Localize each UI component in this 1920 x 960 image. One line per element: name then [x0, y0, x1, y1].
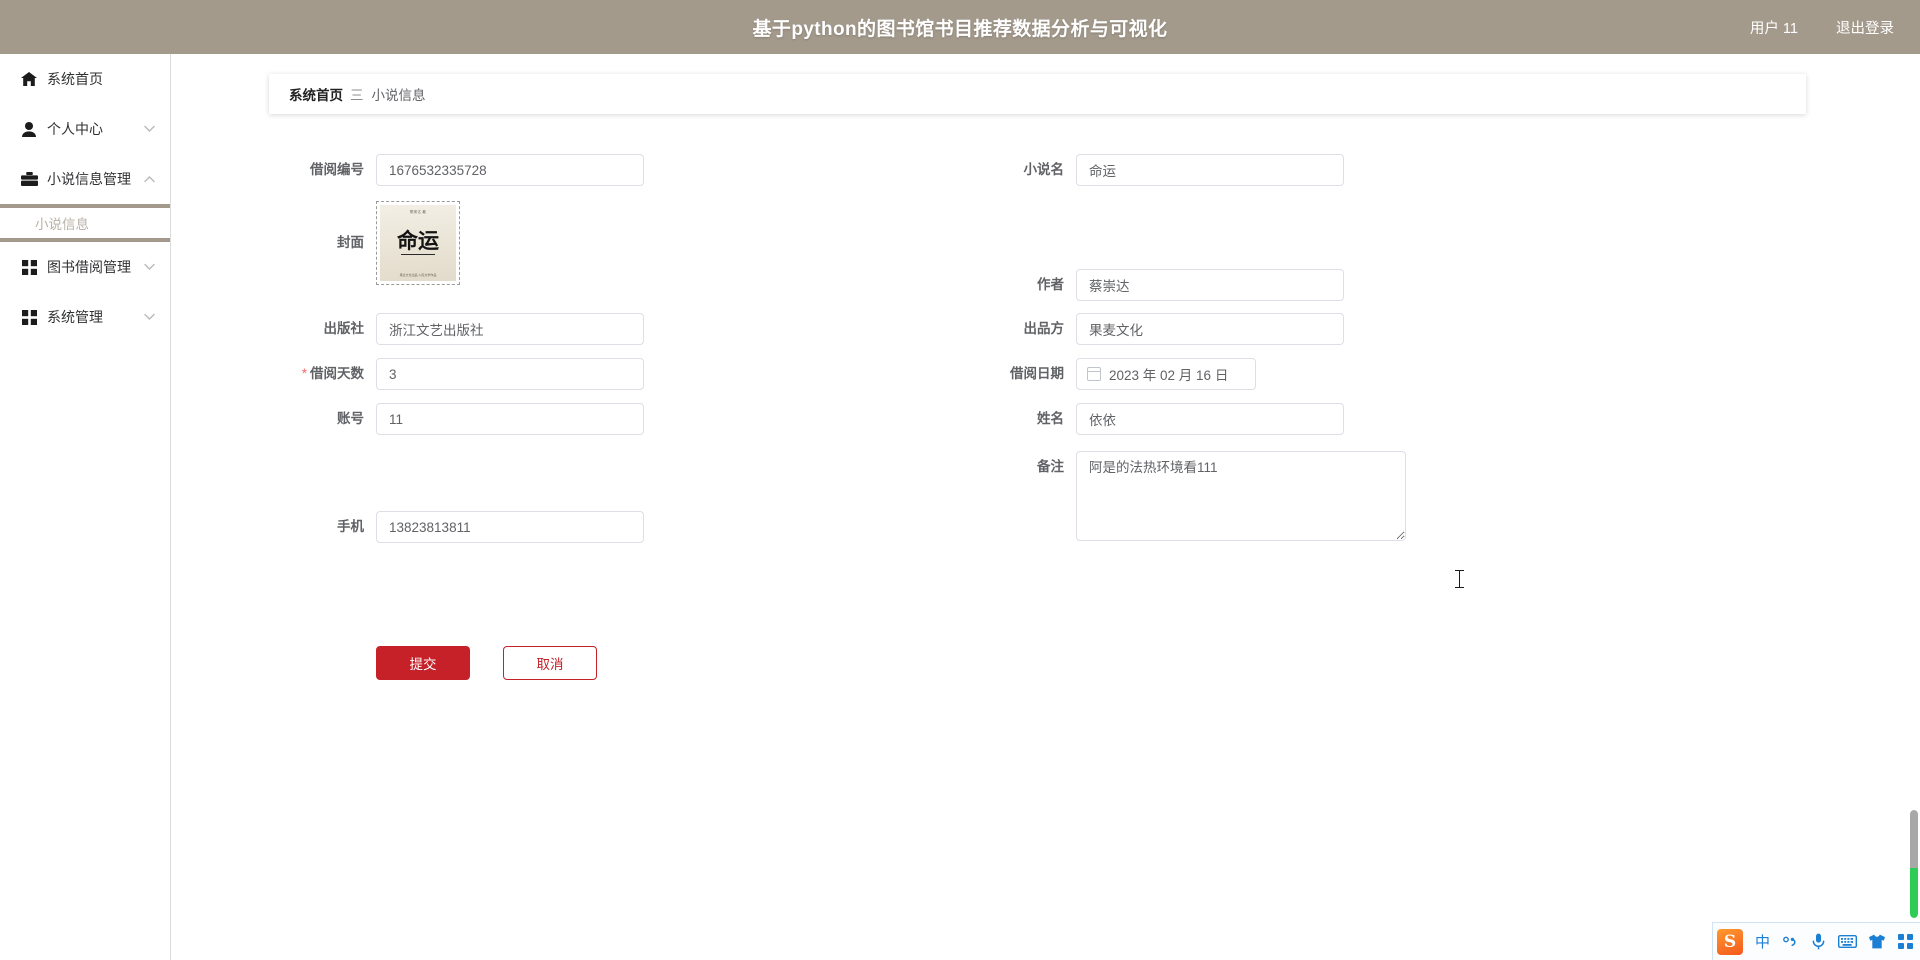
borrow-date-picker[interactable]: 2023 年 02 月 16 日 [1076, 358, 1256, 390]
field-producer: 出品方 [871, 313, 1344, 345]
sidebar-item-novel-info-label: 小说信息 [35, 217, 89, 232]
publisher-input[interactable] [376, 313, 644, 345]
field-publisher-label: 出版社 [323, 321, 365, 336]
grid-glyph [1898, 934, 1913, 949]
sidebar-item-novel-management-label: 小说信息管理 [47, 171, 131, 187]
cover-image: 蔡崇达 著 命运 果麦文化出品 人民文学作品 [380, 205, 456, 281]
field-phone-label: 手机 [337, 519, 364, 534]
field-borrow-days-label: * 借阅天数 [171, 358, 376, 390]
cover-upload-box[interactable]: 蔡崇达 著 命运 果麦文化出品 人民文学作品 [376, 201, 460, 285]
chevron-down-icon[interactable] [144, 125, 155, 133]
toolbox-grid-icon[interactable] [1897, 929, 1914, 955]
field-name: 姓名 [871, 403, 1344, 435]
field-cover: 封面 蔡崇达 著 命运 果麦文化出品 人民文学作品 [171, 201, 460, 285]
sidebar-item-home[interactable]: 系统首页 [0, 54, 170, 104]
chevron-down-icon[interactable] [144, 263, 155, 271]
ime-toolbar: S 中 [1712, 922, 1920, 960]
home-icon [20, 71, 38, 87]
page-scrollbar[interactable] [1910, 810, 1918, 918]
sidebar-submenu-novel: 小说信息 [0, 204, 170, 242]
briefcase-icon [20, 171, 38, 187]
borrow-date-value: 2023 年 02 月 16 日 [1109, 368, 1229, 383]
sidebar-item-profile-label: 个人中心 [47, 121, 103, 137]
current-user-label: 用户 11 [1749, 20, 1798, 37]
field-publisher: 出版社 [171, 313, 644, 345]
field-borrow-date: 借阅日期 2023 年 02 月 16 日 [871, 358, 1256, 390]
producer-input[interactable] [1076, 313, 1344, 345]
field-borrow-days: * 借阅天数 [171, 358, 644, 390]
field-cover-label: 封面 [337, 235, 364, 250]
field-borrow-no: 借阅编号 [171, 154, 644, 186]
field-remark-label: 备注 [1037, 459, 1064, 474]
calendar-icon [1087, 367, 1101, 381]
keyboard-icon[interactable] [1838, 929, 1857, 955]
sidebar-item-profile[interactable]: 个人中心 [0, 104, 170, 154]
novel-name-input[interactable] [1076, 154, 1344, 186]
scrollbar-thumb[interactable] [1910, 868, 1918, 918]
borrow-days-input[interactable] [376, 358, 644, 390]
app-title: 基于python的图书馆书目推荐数据分析与可视化 [752, 18, 1168, 40]
grid-icon [20, 309, 38, 325]
grid-icon [20, 259, 38, 275]
sogou-logo-icon[interactable]: S [1717, 928, 1743, 955]
field-remark: 备注 [871, 451, 1406, 541]
logout-button[interactable]: 退出登录 [1836, 17, 1894, 38]
cover-title-text: 命运 [397, 227, 439, 253]
header-actions: 用户 11 退出登录 [1750, 17, 1894, 38]
cover-bottom-text: 果麦文化出品 人民文学作品 [399, 272, 437, 277]
sidebar: 系统首页 个人中心 小说信息管理 小说信息 图书借阅管理 系统管理 [0, 54, 171, 960]
field-name-label: 姓名 [1037, 411, 1064, 426]
main-content: 系统首页 三 小说信息 借阅编号 封面 蔡崇达 著 命运 果麦文化出品 人民文学… [171, 54, 1920, 960]
chevron-up-icon[interactable] [144, 176, 155, 183]
field-borrow-days-label-text: 借阅天数 [310, 366, 364, 381]
sidebar-item-system-management-label: 系统管理 [47, 309, 103, 325]
app-header: 基于python的图书馆书目推荐数据分析与可视化 用户 11 退出登录 [0, 0, 1920, 54]
cancel-button[interactable]: 取消 [503, 646, 597, 680]
scrollbar-track[interactable] [1910, 810, 1918, 868]
sidebar-item-borrow-management[interactable]: 图书借阅管理 [0, 242, 170, 292]
form-actions: 提交 取消 [376, 646, 597, 680]
punctuation-icon[interactable] [1782, 929, 1799, 955]
skin-icon[interactable] [1868, 929, 1886, 955]
required-mark: * [301, 366, 307, 381]
field-novel-name: 小说名 [871, 154, 1344, 186]
field-author: 作者 [871, 269, 1344, 301]
user-icon [20, 121, 38, 137]
sidebar-item-system-management[interactable]: 系统管理 [0, 292, 170, 342]
sidebar-item-novel-management[interactable]: 小说信息管理 [0, 154, 170, 204]
field-account: 账号 [171, 403, 644, 435]
chevron-down-icon[interactable] [144, 313, 155, 321]
submit-button[interactable]: 提交 [376, 646, 470, 680]
field-borrow-no-label: 借阅编号 [310, 162, 364, 177]
field-phone: 手机 [171, 511, 644, 543]
account-input[interactable] [376, 403, 644, 435]
breadcrumb-separator-icon: 三 [350, 88, 365, 103]
cover-rule [401, 254, 435, 256]
cover-top-text: 蔡崇达 著 [409, 210, 427, 214]
author-input[interactable] [1076, 269, 1344, 301]
sidebar-item-borrow-management-label: 图书借阅管理 [47, 259, 131, 275]
breadcrumb-home-link[interactable]: 系统首页 [289, 84, 343, 104]
text-cursor-icon [1454, 570, 1465, 588]
phone-input[interactable] [376, 511, 644, 543]
name-input[interactable] [1076, 403, 1344, 435]
remark-textarea[interactable] [1076, 451, 1406, 541]
field-novel-name-label: 小说名 [1023, 162, 1065, 177]
field-producer-label: 出品方 [1023, 321, 1065, 336]
field-author-label: 作者 [1037, 277, 1064, 292]
sidebar-item-home-label: 系统首页 [47, 71, 103, 87]
field-borrow-date-label: 借阅日期 [1010, 366, 1064, 381]
sidebar-item-novel-info[interactable]: 小说信息 [0, 208, 170, 238]
chinese-mode-icon[interactable]: 中 [1754, 929, 1771, 955]
borrow-no-input[interactable] [376, 154, 644, 186]
field-account-label: 账号 [337, 411, 364, 426]
breadcrumb: 系统首页 三 小说信息 [269, 74, 1806, 114]
microphone-icon[interactable] [1810, 929, 1827, 955]
breadcrumb-current: 小说信息 [371, 88, 426, 103]
